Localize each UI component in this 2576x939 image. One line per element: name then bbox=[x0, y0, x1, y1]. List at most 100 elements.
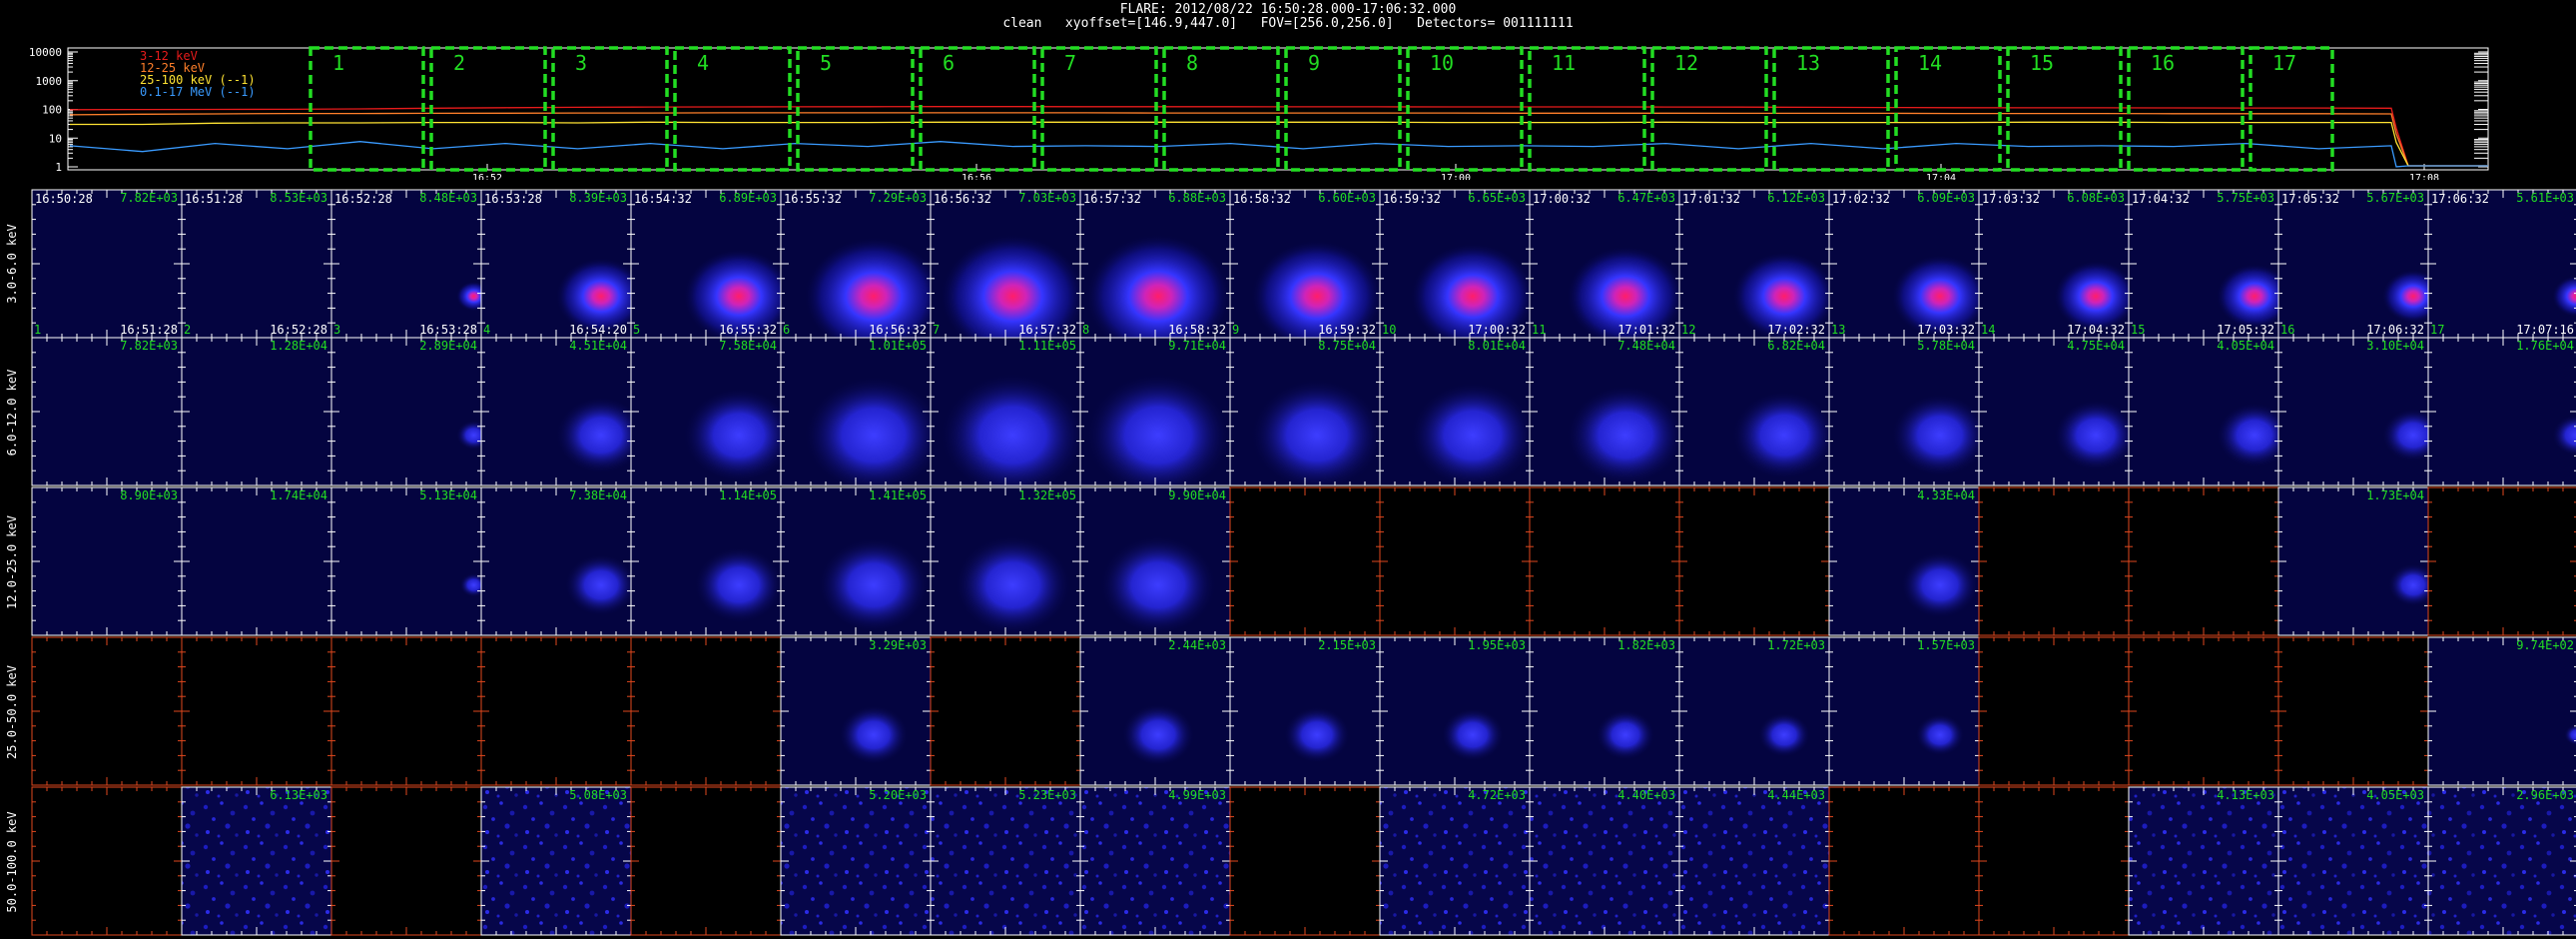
empty-panel bbox=[631, 787, 781, 935]
noise-image bbox=[931, 787, 1080, 935]
noise-image bbox=[182, 787, 331, 935]
peak-value: 4.13E+03 bbox=[2217, 788, 2274, 802]
source-emission bbox=[694, 547, 784, 623]
panel-background bbox=[2278, 487, 2428, 635]
image-panel: 8.75E+04 bbox=[1229, 337, 1384, 491]
image-panel bbox=[1529, 486, 1680, 636]
panel-background bbox=[2428, 637, 2576, 785]
interval-index: 8 bbox=[1082, 323, 1089, 337]
image-panel: 6.60E+03 16:58:32 16:59:32 9 bbox=[1229, 189, 1384, 353]
image-panel: 8.39E+03 16:53:28 16:54:20 4 bbox=[480, 189, 647, 339]
peak-value: 4.44E+03 bbox=[1767, 788, 1825, 802]
peak-value: 5.78E+04 bbox=[1917, 339, 1975, 353]
image-panel bbox=[2128, 486, 2279, 636]
empty-panel bbox=[2278, 637, 2428, 785]
image-panel: 5.78E+04 bbox=[1828, 337, 1989, 486]
image-panel bbox=[1828, 786, 1980, 936]
peak-value: 7.48E+04 bbox=[1617, 339, 1675, 353]
peak-value: 6.12E+03 bbox=[1767, 191, 1825, 205]
peak-value: 1.74E+04 bbox=[270, 488, 327, 502]
image-panel: 4.05E+04 bbox=[2128, 337, 2293, 486]
start-time: 17:01:32 bbox=[1682, 192, 1740, 206]
empty-panel bbox=[1679, 487, 1829, 635]
peak-value: 7.03E+03 bbox=[1018, 191, 1076, 205]
image-panel: 7.82E+03 16:50:28 16:51:28 1 bbox=[31, 189, 183, 339]
peak-value: 3.10E+04 bbox=[2366, 339, 2424, 353]
panel-background bbox=[2428, 338, 2576, 485]
image-panel: 7.82E+03 bbox=[31, 337, 183, 486]
interval-index: 6 bbox=[783, 323, 790, 337]
image-panel: 8.48E+03 16:52:28 16:53:28 3 bbox=[330, 189, 491, 339]
peak-value: 1.82E+03 bbox=[1617, 638, 1675, 652]
image-panel: 5.75E+03 17:04:32 17:05:32 15 bbox=[2128, 189, 2293, 339]
peak-value: 4.40E+03 bbox=[1617, 788, 1675, 802]
peak-value: 9.71E+04 bbox=[1168, 339, 1226, 353]
image-panel: 6.88E+03 16:57:32 16:58:32 8 bbox=[1079, 189, 1232, 359]
image-panel: 4.40E+03 bbox=[1529, 786, 1680, 936]
image-panel: 1.72E+03 bbox=[1678, 636, 1830, 786]
image-panel: 7.38E+04 bbox=[480, 486, 637, 636]
peak-value: 4.33E+04 bbox=[1917, 488, 1975, 502]
end-time: 17:05:32 bbox=[2217, 323, 2274, 337]
image-panel: 9.71E+04 bbox=[1079, 337, 1232, 497]
start-time: 17:06:32 bbox=[2431, 192, 2489, 206]
image-panel: 6.09E+03 17:02:32 17:03:32 13 bbox=[1828, 189, 1989, 339]
peak-value: 8.48E+03 bbox=[419, 191, 477, 205]
image-panel bbox=[2427, 486, 2576, 636]
noise-image bbox=[2129, 787, 2278, 935]
image-panel bbox=[31, 786, 183, 936]
peak-value: 1.95E+03 bbox=[1468, 638, 1526, 652]
source-emission bbox=[1916, 714, 1965, 756]
energy-band-label: 50.0-100.0 keV bbox=[5, 811, 19, 912]
peak-value: 6.09E+03 bbox=[1917, 191, 1975, 205]
empty-panel bbox=[32, 787, 182, 935]
start-time: 17:03:32 bbox=[1982, 192, 2040, 206]
start-time: 17:04:32 bbox=[2132, 192, 2190, 206]
empty-panel bbox=[1230, 487, 1380, 635]
image-panel: 8.01E+04 bbox=[1379, 337, 1536, 488]
image-panel bbox=[31, 636, 183, 786]
start-time: 16:56:32 bbox=[934, 192, 991, 206]
noise-image bbox=[1679, 787, 1829, 935]
peak-value: 6.60E+03 bbox=[1318, 191, 1376, 205]
peak-value: 4.05E+03 bbox=[2366, 788, 2424, 802]
image-panel: 5.13E+04 bbox=[330, 486, 488, 636]
interval-index: 14 bbox=[1981, 323, 1995, 337]
source-emission bbox=[1596, 709, 1655, 760]
image-panel: 1.73E+04 bbox=[2277, 486, 2438, 636]
panel-background bbox=[2428, 190, 2576, 338]
image-panel: 8.53E+03 16:51:28 16:52:28 2 bbox=[181, 189, 332, 339]
start-time: 16:55:32 bbox=[784, 192, 842, 206]
end-time: 16:51:28 bbox=[120, 323, 178, 337]
empty-panel bbox=[32, 637, 182, 785]
image-panel bbox=[1379, 486, 1531, 636]
energy-band-label: 12.0-25.0 keV bbox=[5, 515, 19, 609]
peak-value: 8.53E+03 bbox=[270, 191, 327, 205]
empty-panel bbox=[1380, 487, 1530, 635]
start-time: 16:59:32 bbox=[1383, 192, 1441, 206]
noise-image bbox=[781, 787, 931, 935]
peak-value: 1.76E+04 bbox=[2516, 339, 2574, 353]
empty-panel bbox=[1979, 637, 2129, 785]
image-panel: 5.20E+03 bbox=[780, 786, 932, 936]
panel-background bbox=[32, 338, 182, 485]
image-panel bbox=[630, 786, 782, 936]
peak-value: 1.72E+03 bbox=[1767, 638, 1825, 652]
peak-value: 3.29E+03 bbox=[869, 638, 927, 652]
image-panel: 1.57E+03 bbox=[1828, 636, 1980, 786]
source-emission bbox=[1284, 706, 1351, 763]
noise-image bbox=[1080, 787, 1230, 935]
end-time: 16:55:32 bbox=[719, 323, 777, 337]
peak-value: 6.82E+04 bbox=[1767, 339, 1825, 353]
image-panel: 1.01E+05 bbox=[780, 337, 944, 494]
peak-value: 1.01E+05 bbox=[869, 339, 927, 353]
image-panel: 5.23E+03 bbox=[930, 786, 1081, 936]
source-emission bbox=[1901, 551, 1979, 618]
image-panel bbox=[1229, 486, 1381, 636]
image-panel: 7.03E+03 16:56:32 16:57:32 7 bbox=[930, 189, 1086, 359]
end-time: 17:03:32 bbox=[1917, 323, 1975, 337]
panel-background bbox=[182, 487, 331, 635]
start-time: 16:53:28 bbox=[484, 192, 542, 206]
panel-background bbox=[1380, 637, 1530, 785]
peak-value: 6.65E+03 bbox=[1468, 191, 1526, 205]
